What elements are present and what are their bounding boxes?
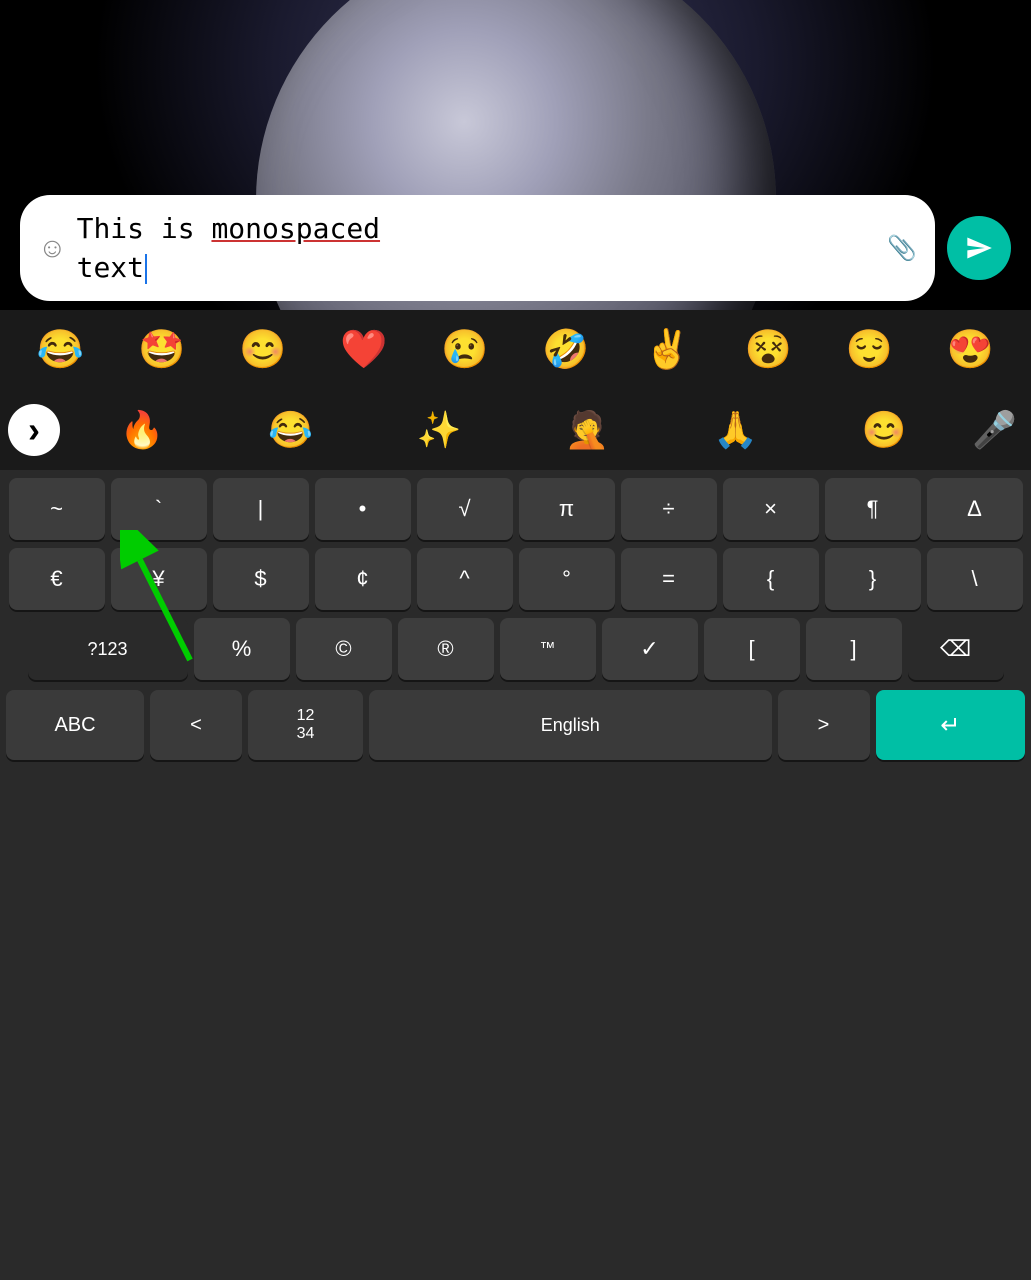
emoji-picker-icon[interactable]: ☺ <box>38 232 67 264</box>
keyboard-bottom-row: ABC < 12 34 English > ↵ <box>6 690 1025 760</box>
key-open-brace[interactable]: { <box>723 548 819 610</box>
key-registered[interactable]: ® <box>398 618 494 680</box>
key-multiply[interactable]: × <box>723 478 819 540</box>
key-enter[interactable]: ↵ <box>876 690 1026 760</box>
emoji-smile[interactable]: 😊 <box>239 328 286 372</box>
text-cursor <box>145 254 147 284</box>
key-abc[interactable]: ABC <box>6 690 144 760</box>
text-normal-part: This is <box>77 212 212 245</box>
emoji-rofl[interactable]: 🤣 <box>542 328 589 372</box>
emoji-sparkle[interactable]: ✨ <box>416 409 461 451</box>
key-bullet[interactable]: • <box>315 478 411 540</box>
key-open-bracket[interactable]: [ <box>704 618 800 680</box>
key-delta[interactable]: Δ <box>927 478 1023 540</box>
emoji-nav-prev[interactable]: › <box>8 404 60 456</box>
key-numgrid[interactable]: 12 34 <box>248 690 363 760</box>
attachment-icon[interactable]: 📎 <box>887 234 917 263</box>
emoji-suggestions-bar: › 🔥 😂 ✨ 🤦 🙏 😊 🎤 <box>0 390 1031 470</box>
annotation-arrow <box>120 530 220 675</box>
key-close-bracket[interactable]: ] <box>806 618 902 680</box>
key-close-brace[interactable]: } <box>825 548 921 610</box>
emoji-heart-eyes[interactable]: 😍 <box>947 328 994 372</box>
emoji-peace[interactable]: ✌️ <box>643 328 690 372</box>
emoji-laughing[interactable]: 😂 <box>37 328 84 372</box>
chevron-right-icon: › <box>28 409 40 451</box>
key-caret[interactable]: ^ <box>417 548 513 610</box>
key-right-arrow[interactable]: > <box>778 690 870 760</box>
emoji-bar: 😂 🤩 😊 ❤️ 😢 🤣 ✌️ 😵 😌 😍 <box>0 310 1031 390</box>
key-trademark[interactable]: ™ <box>500 618 596 680</box>
key-backspace[interactable]: ⌫ <box>908 618 1004 680</box>
emoji-relieved[interactable]: 😌 <box>846 328 893 372</box>
input-box[interactable]: ☺ This is monospaced text 📎 <box>20 195 935 301</box>
suggested-emojis: 🔥 😂 ✨ 🤦 🙏 😊 <box>68 409 958 451</box>
emoji-laugh[interactable]: 😂 <box>268 409 313 451</box>
text-second-line: text <box>77 251 144 284</box>
key-pilcrow[interactable]: ¶ <box>825 478 921 540</box>
emoji-dizzy[interactable]: 😵 <box>745 328 792 372</box>
key-divide[interactable]: ÷ <box>621 478 717 540</box>
text-underlined-part: monospaced <box>211 212 380 245</box>
key-euro[interactable]: € <box>9 548 105 610</box>
emoji-crying[interactable]: 😢 <box>441 328 488 372</box>
emoji-heart[interactable]: ❤️ <box>340 328 387 372</box>
microphone-icon[interactable]: 🎤 <box>966 409 1023 451</box>
emoji-fire[interactable]: 🔥 <box>120 409 165 451</box>
key-sqrt[interactable]: √ <box>417 478 513 540</box>
message-input-area: ☺ This is monospaced text 📎 <box>20 195 1011 301</box>
key-pi[interactable]: π <box>519 478 615 540</box>
key-checkmark[interactable]: ✓ <box>602 618 698 680</box>
emoji-heart-eyes-kiss[interactable]: 🤩 <box>138 328 185 372</box>
key-backslash[interactable]: \ <box>927 548 1023 610</box>
emoji-pray[interactable]: 🙏 <box>713 409 758 451</box>
key-copyright[interactable]: © <box>296 618 392 680</box>
key-cent[interactable]: ¢ <box>315 548 411 610</box>
send-button[interactable] <box>947 216 1011 280</box>
message-text[interactable]: This is monospaced text <box>77 209 878 287</box>
key-tilde[interactable]: ~ <box>9 478 105 540</box>
emoji-facepalm[interactable]: 🤦 <box>565 409 610 451</box>
key-pipe[interactable]: | <box>213 478 309 540</box>
key-equals[interactable]: = <box>621 548 717 610</box>
emoji-grin[interactable]: 😊 <box>862 409 907 451</box>
key-degree[interactable]: ° <box>519 548 615 610</box>
key-left-arrow[interactable]: < <box>150 690 242 760</box>
key-space[interactable]: English <box>369 690 772 760</box>
key-dollar[interactable]: $ <box>213 548 309 610</box>
